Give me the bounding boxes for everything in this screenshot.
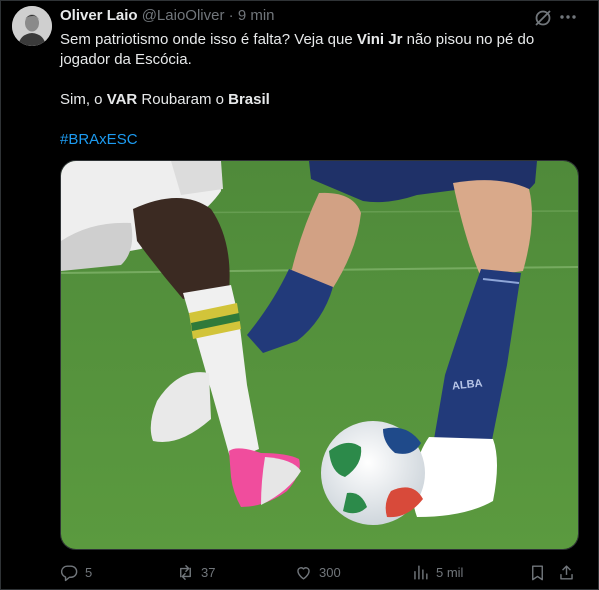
- text-bold-var: VAR: [106, 91, 138, 108]
- reply-icon: [60, 564, 78, 581]
- like-button[interactable]: 300: [294, 560, 341, 584]
- tweet-text-paragraph-2: Sim, o VAR Roubaram o Brasil: [60, 90, 580, 110]
- like-icon: [297, 566, 310, 580]
- avatar[interactable]: [12, 6, 52, 46]
- avatar-photo: [12, 6, 52, 46]
- bookmark-button[interactable]: [528, 560, 547, 584]
- author-handle[interactable]: @LaioOliver: [142, 7, 225, 24]
- bookmark-icon: [532, 564, 543, 580]
- repost-icon: [180, 564, 191, 580]
- views-button[interactable]: 5 mil: [411, 560, 463, 584]
- text-bold-brasil: Brasil: [228, 91, 270, 108]
- tweet-text-paragraph-1: Sem patriotismo onde isso é falta? Veja …: [60, 30, 580, 70]
- text-segment: Roubaram o: [137, 91, 229, 108]
- tweet-media-image[interactable]: ALBA: [60, 160, 579, 550]
- grok-icon[interactable]: [533, 8, 553, 28]
- text-bold-vini: Vini Jr: [356, 31, 403, 48]
- author-name[interactable]: Oliver Laio: [60, 7, 138, 24]
- more-icon[interactable]: [557, 6, 579, 28]
- views-icon: [414, 564, 428, 580]
- text-segment: Sim, o: [60, 91, 107, 108]
- repost-count: 37: [201, 564, 216, 580]
- like-count: 300: [319, 564, 341, 580]
- reply-button[interactable]: 5: [60, 560, 92, 584]
- tweet-text: Sem patriotismo onde isso é falta? Veja …: [60, 30, 580, 150]
- views-count: 5 mil: [436, 564, 464, 580]
- timestamp[interactable]: 9 min: [238, 7, 275, 24]
- tweet-header: Oliver Laio @LaioOliver · 9 min: [60, 7, 275, 25]
- reply-count: 5: [85, 564, 93, 580]
- text-segment: Sem patriotismo onde isso é falta? Veja …: [60, 31, 357, 48]
- share-button[interactable]: [557, 560, 576, 584]
- hashtag-link[interactable]: #BRAxESC: [60, 131, 138, 148]
- soccer-photo: [61, 161, 578, 549]
- action-bar: 5 37 300 5 mil: [60, 560, 580, 584]
- separator-dot: ·: [228, 7, 234, 24]
- repost-button[interactable]: 37: [176, 560, 215, 584]
- share-icon: [560, 564, 573, 580]
